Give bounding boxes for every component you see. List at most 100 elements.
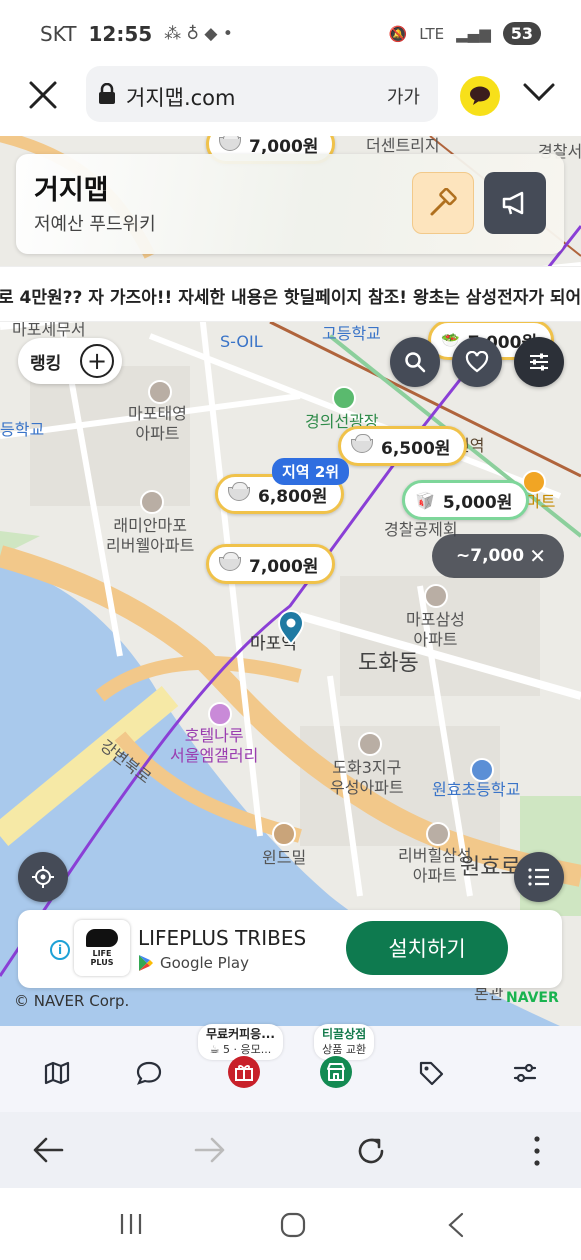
bottom-nav: 무료커피응... ☕ 5 · 응모... 티끌상점 상품 교환 — [0, 1024, 581, 1112]
status-right: 🔕 LTE ▂▄▆ 53 — [388, 22, 541, 45]
label-dohwa-dong: 도화동 — [358, 651, 419, 676]
heart-icon — [465, 351, 489, 373]
battery-indicator: 53 — [502, 22, 541, 45]
map-icon — [44, 1061, 70, 1085]
search-icon — [405, 352, 426, 373]
price-marker[interactable]: 6,500원 — [338, 426, 468, 466]
label-descent-bridge: 더센트리지 — [366, 136, 440, 155]
mute-icon: 🔕 — [388, 24, 408, 43]
sliders-icon — [530, 353, 548, 371]
windmill-poi-icon — [272, 822, 296, 846]
app-subtitle: 저예산 푸드위키 — [34, 214, 156, 235]
label-elementary-school-left: 등학교 — [0, 420, 45, 439]
hammer-icon — [430, 188, 457, 216]
list-view-button[interactable] — [514, 852, 564, 902]
price-marker[interactable]: 🥡 5,000원 — [402, 480, 530, 520]
ad-store: Google Play — [138, 954, 249, 972]
nav-tags[interactable] — [416, 1058, 446, 1088]
reload-icon[interactable] — [354, 1134, 388, 1168]
ad-info-icon[interactable]: i — [50, 940, 70, 960]
price-label: 5,000원 — [442, 492, 513, 513]
park-poi-icon — [332, 386, 356, 410]
label-raemian-apt: 래미안마포 리버웰아파트 — [106, 516, 195, 555]
settings-toggle-icon — [513, 1063, 537, 1083]
ad-title: LIFEPLUS TRIBES — [138, 926, 307, 950]
announcement-button[interactable] — [484, 172, 546, 234]
promo-coffee-label: 무료커피응... — [206, 1027, 275, 1041]
label-wonhyo-school: 원효초등학교 — [432, 780, 521, 799]
filter-settings-button[interactable] — [514, 337, 564, 387]
system-nav-bar — [0, 1188, 581, 1260]
more-options-icon[interactable] — [530, 1134, 544, 1168]
search-button[interactable] — [390, 337, 440, 387]
price-label: 7,000원 — [249, 556, 319, 577]
lock-icon — [99, 83, 115, 104]
tag-icon — [419, 1061, 444, 1086]
map-attribution: © NAVER Corp. — [14, 992, 130, 1010]
price-marker[interactable]: 7,000원 — [206, 544, 336, 584]
kakao-chat-button[interactable] — [460, 76, 500, 116]
label-mapo-tax: 마포세무서 — [12, 320, 86, 339]
label-soil: S-OIL — [220, 332, 263, 351]
recent-apps-icon[interactable] — [118, 1212, 144, 1236]
back-arrow-icon[interactable] — [32, 1136, 64, 1164]
address-field[interactable]: 거지맵.com 가가 — [86, 66, 438, 122]
label-windmill: 윈드밀 — [262, 848, 307, 867]
install-button[interactable]: 설치하기 — [346, 921, 508, 975]
chevron-down-icon[interactable] — [522, 80, 556, 104]
label-high-school: 고등학교 — [322, 324, 381, 343]
text-size-button[interactable]: 가가 — [387, 83, 420, 109]
news-ticker[interactable]: 로 4만원?? 자 가즈아!! 자세한 내용은 핫딜페이지 참조! 왕초는 삼성… — [0, 266, 581, 322]
price-filter-chip[interactable]: ~7,000 ✕ — [432, 534, 564, 578]
hotel-poi-icon — [208, 702, 232, 726]
nav-settings[interactable] — [510, 1058, 540, 1088]
promo-free-coffee[interactable]: 무료커피응... ☕ 5 · 응모... — [198, 1024, 283, 1060]
promo-shop-sub: 상품 교환 — [322, 1043, 367, 1056]
ranking-button[interactable]: 랭킹 + — [18, 338, 122, 384]
label-mapo-samsung-apt: 마포삼성 아파트 — [406, 610, 465, 649]
plus-icon[interactable]: + — [80, 344, 114, 378]
my-location-button[interactable] — [18, 852, 68, 902]
bowl-icon — [228, 482, 250, 501]
apartment-poi-icon — [424, 584, 448, 608]
ad-banner[interactable]: i LIFE PLUS LIFEPLUS TRIBES Google Play … — [18, 910, 562, 988]
hotdeal-button[interactable] — [412, 172, 474, 234]
nav-gift[interactable] — [228, 1056, 260, 1088]
google-play-icon — [139, 955, 153, 971]
ticker-text: 로 4만원?? 자 가즈아!! 자세한 내용은 핫딜페이지 참조! 왕초는 삼성… — [0, 288, 581, 308]
nav-shop[interactable] — [320, 1056, 352, 1088]
apartment-poi-icon — [140, 490, 164, 514]
nav-chat[interactable] — [134, 1058, 164, 1088]
close-icon[interactable]: ✕ — [529, 544, 546, 568]
bowl-icon — [219, 552, 241, 571]
list-icon — [528, 868, 549, 886]
station-pin-icon — [277, 610, 305, 646]
takeout-box-icon: 🥡 — [415, 490, 435, 510]
gift-icon — [235, 1065, 253, 1081]
price-filter-label: ~7,000 — [456, 546, 525, 566]
apartment-poi-icon — [358, 732, 382, 756]
home-icon[interactable] — [280, 1212, 306, 1238]
browser-toolbar — [0, 1112, 581, 1188]
logo-text: LIFE — [92, 949, 112, 958]
close-icon[interactable] — [28, 80, 58, 110]
status-bar: SKT 12:55 ⁂ ♁ ◆ • 🔕 LTE ▂▄▆ 53 — [0, 0, 581, 66]
carrier-label: SKT — [40, 22, 77, 46]
favorites-button[interactable] — [452, 337, 502, 387]
url-text: 거지맵.com — [126, 86, 236, 110]
promo-tikkle-shop[interactable]: 티끌상점 상품 교환 — [314, 1024, 375, 1060]
signal-icon: ▂▄▆ — [456, 24, 491, 43]
apartment-poi-icon — [426, 822, 450, 846]
clock: 12:55 — [88, 22, 153, 46]
system-back-icon[interactable] — [446, 1212, 466, 1238]
price-label: 6,500원 — [381, 438, 451, 459]
crosshair-icon — [32, 866, 54, 888]
chat-bubble-icon — [470, 86, 490, 105]
forward-arrow-icon[interactable] — [194, 1136, 226, 1164]
bowl-icon — [219, 136, 241, 151]
notification-icons: ⁂ ♁ ◆ • — [164, 24, 233, 44]
store-icon — [327, 1063, 345, 1081]
promo-shop-label: 티끌상점 — [322, 1027, 367, 1041]
logo-text: PLUS — [90, 958, 114, 967]
nav-map[interactable] — [42, 1058, 72, 1088]
